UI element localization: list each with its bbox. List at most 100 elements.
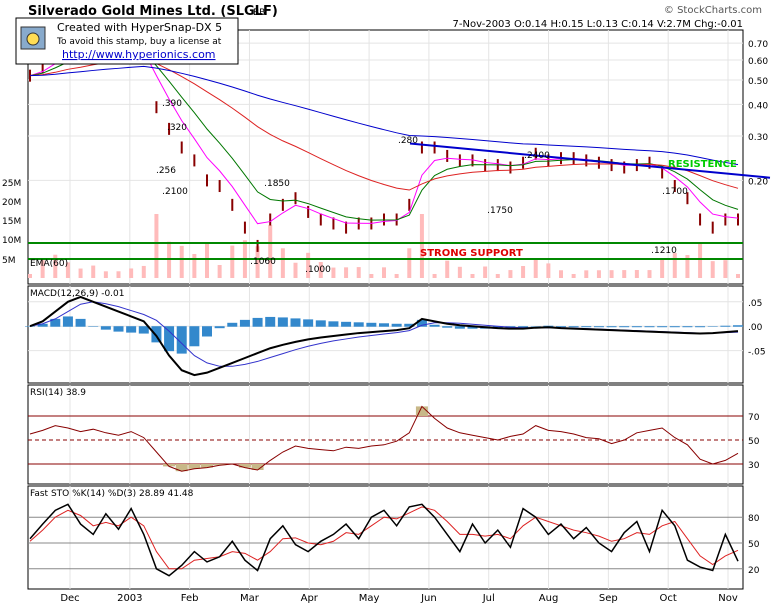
macd-histogram-bar [682,326,693,328]
stamp-line-1: Created with HyperSnap-DX 5 [57,21,222,34]
volume-bar [356,267,361,278]
volume-bar [230,245,235,278]
price-tick-label: 0.60 [748,57,768,67]
rsi-tick-label: 70 [748,413,760,423]
volume-bar [736,274,740,278]
volume-bar [470,274,475,278]
volume-bar [483,266,488,278]
price-annotation: .320 [167,123,187,133]
volume-bar [280,248,285,278]
price-tick-label: 0.30 [748,133,768,143]
volume-bar [698,242,703,278]
macd-histogram-bar [353,322,364,327]
macd-histogram-bar [239,319,250,327]
macd-histogram-bar [720,325,731,327]
macd-histogram-bar [657,326,668,328]
volume-bar [382,267,386,278]
x-tick-label: Dec [60,593,79,604]
x-tick-label: Apr [301,593,319,604]
volume-bar [521,266,526,278]
price-tick-label: 0.20 [748,177,768,187]
volume-bar [596,270,601,278]
macd-histogram-bar [62,316,73,327]
volume-tick-label: 25M [2,179,21,189]
volume-bar [129,268,134,278]
exchange-label: BB [253,8,265,18]
macd-histogram-bar [75,318,86,327]
volume-bar [116,271,121,278]
price-annotation: .1000 [305,265,331,275]
quote-line: 7-Nov-2003 O:0.14 H:0.15 L:0.13 C:0.14 V… [453,19,744,30]
macd-histogram-bar [25,326,35,327]
price-annotation: .1700 [662,187,688,197]
volume-bar [622,270,627,278]
macd-tick-label: -.05 [748,348,766,358]
macd-histogram-bar [391,323,402,327]
watermark-stamp: Created with HyperSnap-DX 5 To avoid thi… [15,17,239,65]
camera-lens-icon [26,32,40,46]
volume-bar [154,214,159,278]
x-tick-label: Aug [539,593,559,604]
price-tick-label: 0.50 [748,77,768,87]
macd-histogram-bar [581,326,592,328]
rsi-tick-label: 50 [748,437,760,447]
macd-label: MACD(12,26,9) -0.01 [30,289,125,299]
rsi-tick-label: 30 [748,461,760,471]
macd-histogram-bar [202,326,212,337]
volume-bar [394,274,399,278]
macd-histogram-bar [277,317,288,327]
price-annotation: .280 [398,136,418,146]
stochastic-label: Fast STO %K(14) %D(3) 28.89 41.48 [30,489,194,499]
stochastic-tick-label: 80 [748,514,760,524]
price-tick-label: 0.70 [748,40,768,50]
macd-histogram-bar [341,321,352,327]
volume-tick-label: 10M [2,236,21,246]
volume-bar [344,267,349,278]
macd-histogram-bar [328,321,339,327]
volume-bar [28,274,32,278]
volume-tick-label: 15M [2,217,21,227]
price-annotation: .256 [156,166,176,176]
x-tick-label: 2003 [117,593,142,604]
macd-histogram-bar [290,318,301,327]
volume-bar [103,271,108,278]
volume-bar [293,262,298,278]
macd-histogram-bar [644,326,655,328]
volume-bar [584,270,589,278]
volume-bar [571,274,576,278]
macd-histogram-bar [315,320,326,327]
chart-title: Silverado Gold Mines Ltd. (SLGLF) [28,4,278,19]
macd-tick-label: .05 [748,299,762,309]
volume-bar [205,244,209,278]
price-annotation: .1850 [264,179,290,189]
copyright-label: © StockCharts.com [664,5,762,16]
x-tick-label: Sep [599,593,618,604]
price-annotation: .1750 [487,206,513,216]
volume-bar [546,263,551,278]
macd-histogram-bar [379,323,389,327]
volume-bar [432,274,437,278]
stamp-link[interactable]: http://www.hyperionics.com [62,48,216,61]
volume-bar [369,274,374,278]
price-annotation: .1060 [250,257,276,267]
x-tick-label: Oct [660,593,677,604]
macd-histogram-bar [568,326,579,328]
macd-histogram-bar [733,325,743,327]
macd-histogram-bar [164,326,175,352]
volume-bar [179,245,184,278]
macd-histogram-bar [707,326,718,327]
price-annotation: .2100 [162,187,188,197]
macd-histogram-bar [619,326,630,328]
volume-bar [647,270,652,278]
volume-bar [419,214,424,278]
volume-bar [495,274,500,278]
macd-histogram-bar [669,326,680,328]
stock-chart: Silverado Gold Mines Ltd. (SLGLF) BB © S… [2,4,771,604]
macd-histogram-bar [366,322,377,327]
x-tick-label: Jun [420,593,437,604]
rsi-oversold-fill [238,464,251,468]
macd-histogram-bar [454,326,465,329]
rsi-panel [27,384,744,485]
macd-histogram-bar [606,326,617,328]
stochastic-tick-label: 50 [748,540,760,550]
